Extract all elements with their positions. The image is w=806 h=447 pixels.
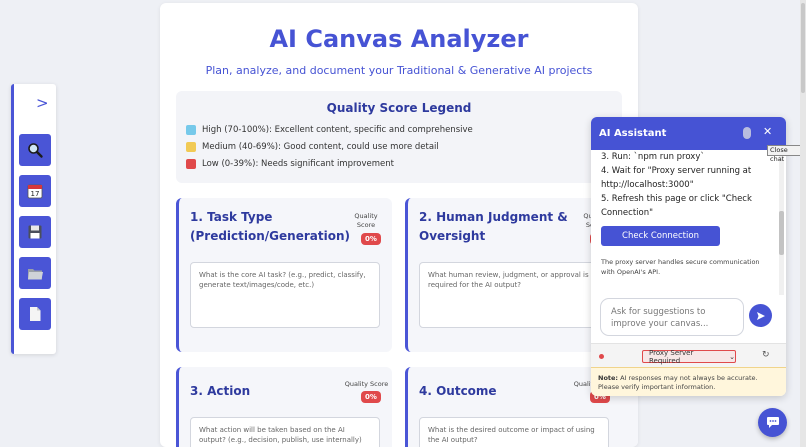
chevron-down-icon: ⌄ (729, 352, 735, 361)
microphone-icon[interactable] (743, 127, 751, 139)
chat-bubble-icon (766, 417, 779, 428)
chat-input[interactable]: Ask for suggestions to improve your canv… (600, 298, 744, 336)
card-title: 4. Outcome (419, 384, 497, 398)
open-folder-button[interactable] (19, 257, 51, 289)
proxy-select-value: Proxy Server Required (649, 348, 694, 365)
medium-swatch (186, 142, 196, 152)
card-title: 3. Action (190, 384, 251, 398)
legend-item-high: High (70-100%): Excellent content, speci… (186, 125, 473, 135)
card-title: 2. Human Judgment & Oversight (419, 210, 568, 243)
textarea-placeholder: What is the desired outcome or impact of… (428, 426, 595, 444)
high-swatch (186, 125, 196, 135)
legend-label-medium: Medium (40-69%): Good content, could use… (202, 142, 439, 152)
card-action: 3. Action Quality Score 0% What action w… (176, 367, 392, 447)
search-button[interactable] (19, 134, 51, 166)
textarea-placeholder: What human review, judgment, or approval… (428, 271, 589, 289)
send-icon (756, 311, 765, 320)
legend-title: Quality Score Legend (326, 101, 472, 115)
close-icon[interactable]: ✕ (763, 125, 772, 138)
ai-assistant-panel: AI Assistant ✕ 3. Run: `npm run proxy` 4… (591, 117, 786, 396)
chat-messages: 3. Run: `npm run proxy` 4. Wait for "Pro… (591, 150, 786, 295)
textarea-placeholder: What action will be taken based on the A… (199, 426, 362, 444)
card-title: 1. Task Type (Prediction/Generation) (190, 210, 350, 243)
chat-title: AI Assistant (599, 128, 667, 139)
document-button[interactable] (19, 298, 51, 330)
calendar-icon: 17 (27, 184, 43, 199)
calendar-day: 17 (31, 190, 40, 198)
save-button[interactable] (19, 216, 51, 248)
human-judgment-textarea[interactable]: What human review, judgment, or approval… (419, 262, 609, 328)
folder-icon (28, 269, 43, 280)
card-task-type: 1. Task Type (Prediction/Generation) Qua… (176, 198, 392, 352)
accuracy-warning: Note: AI responses may not always be acc… (591, 367, 786, 396)
legend-label-high: High (70-100%): Excellent content, speci… (202, 125, 473, 135)
task-type-textarea[interactable]: What is the core AI task? (e.g., predict… (190, 262, 380, 328)
page-subtitle: Plan, analyze, and document your Traditi… (205, 64, 593, 77)
connection-status-bar: Proxy Server Required ⌄ ↻ (591, 343, 786, 367)
quality-score-badge: 0% (361, 391, 381, 403)
low-swatch (186, 159, 196, 169)
open-chat-button[interactable] (758, 408, 787, 437)
legend-label-low: Low (0-39%): Needs significant improveme… (202, 159, 394, 169)
quality-score-legend: Quality Score Legend High (70-100%): Exc… (176, 91, 622, 183)
quality-score-label: Quality Score (354, 212, 378, 229)
chevron-right-icon[interactable]: > (36, 94, 49, 112)
chat-input-placeholder: Ask for suggestions to improve your canv… (611, 307, 709, 329)
legend-item-medium: Medium (40-69%): Good content, could use… (186, 142, 439, 152)
left-toolbar: > 17 (11, 84, 56, 354)
status-dot-icon (599, 354, 604, 359)
page-title: AI Canvas Analyzer (269, 25, 529, 53)
setup-step: 5. Refresh this page or click "Check Con… (601, 194, 752, 218)
legend-item-low: Low (0-39%): Needs significant improveme… (186, 159, 394, 169)
proxy-server-select[interactable]: Proxy Server Required ⌄ (642, 348, 736, 365)
textarea-placeholder: What is the core AI task? (e.g., predict… (199, 271, 366, 289)
magnifier-icon (28, 143, 43, 158)
check-connection-button[interactable]: Check Connection (601, 226, 720, 246)
warning-text: AI responses may not always be accurate.… (598, 374, 758, 391)
send-button[interactable] (749, 304, 772, 327)
proxy-note: The proxy server handles secure communic… (601, 258, 760, 276)
floppy-disk-icon (28, 225, 42, 239)
chat-header: AI Assistant ✕ (591, 117, 786, 150)
quality-score-label: Quality Score (344, 380, 389, 388)
warning-label: Note: (598, 374, 619, 382)
action-textarea[interactable]: What action will be taken based on the A… (190, 417, 380, 447)
page-scrollbar-thumb[interactable] (801, 3, 805, 93)
chat-scrollbar-thumb[interactable] (779, 211, 784, 255)
setup-step: 3. Run: `npm run proxy` (601, 152, 705, 162)
calendar-button[interactable]: 17 (19, 175, 51, 207)
canvas-main-panel: AI Canvas Analyzer Plan, analyze, and do… (160, 3, 638, 447)
outcome-textarea[interactable]: What is the desired outcome or impact of… (419, 417, 609, 447)
setup-step: 4. Wait for "Proxy server running at htt… (601, 166, 752, 190)
quality-score-badge: 0% (361, 233, 381, 245)
refresh-icon[interactable]: ↻ (762, 350, 770, 360)
document-icon (30, 307, 41, 321)
